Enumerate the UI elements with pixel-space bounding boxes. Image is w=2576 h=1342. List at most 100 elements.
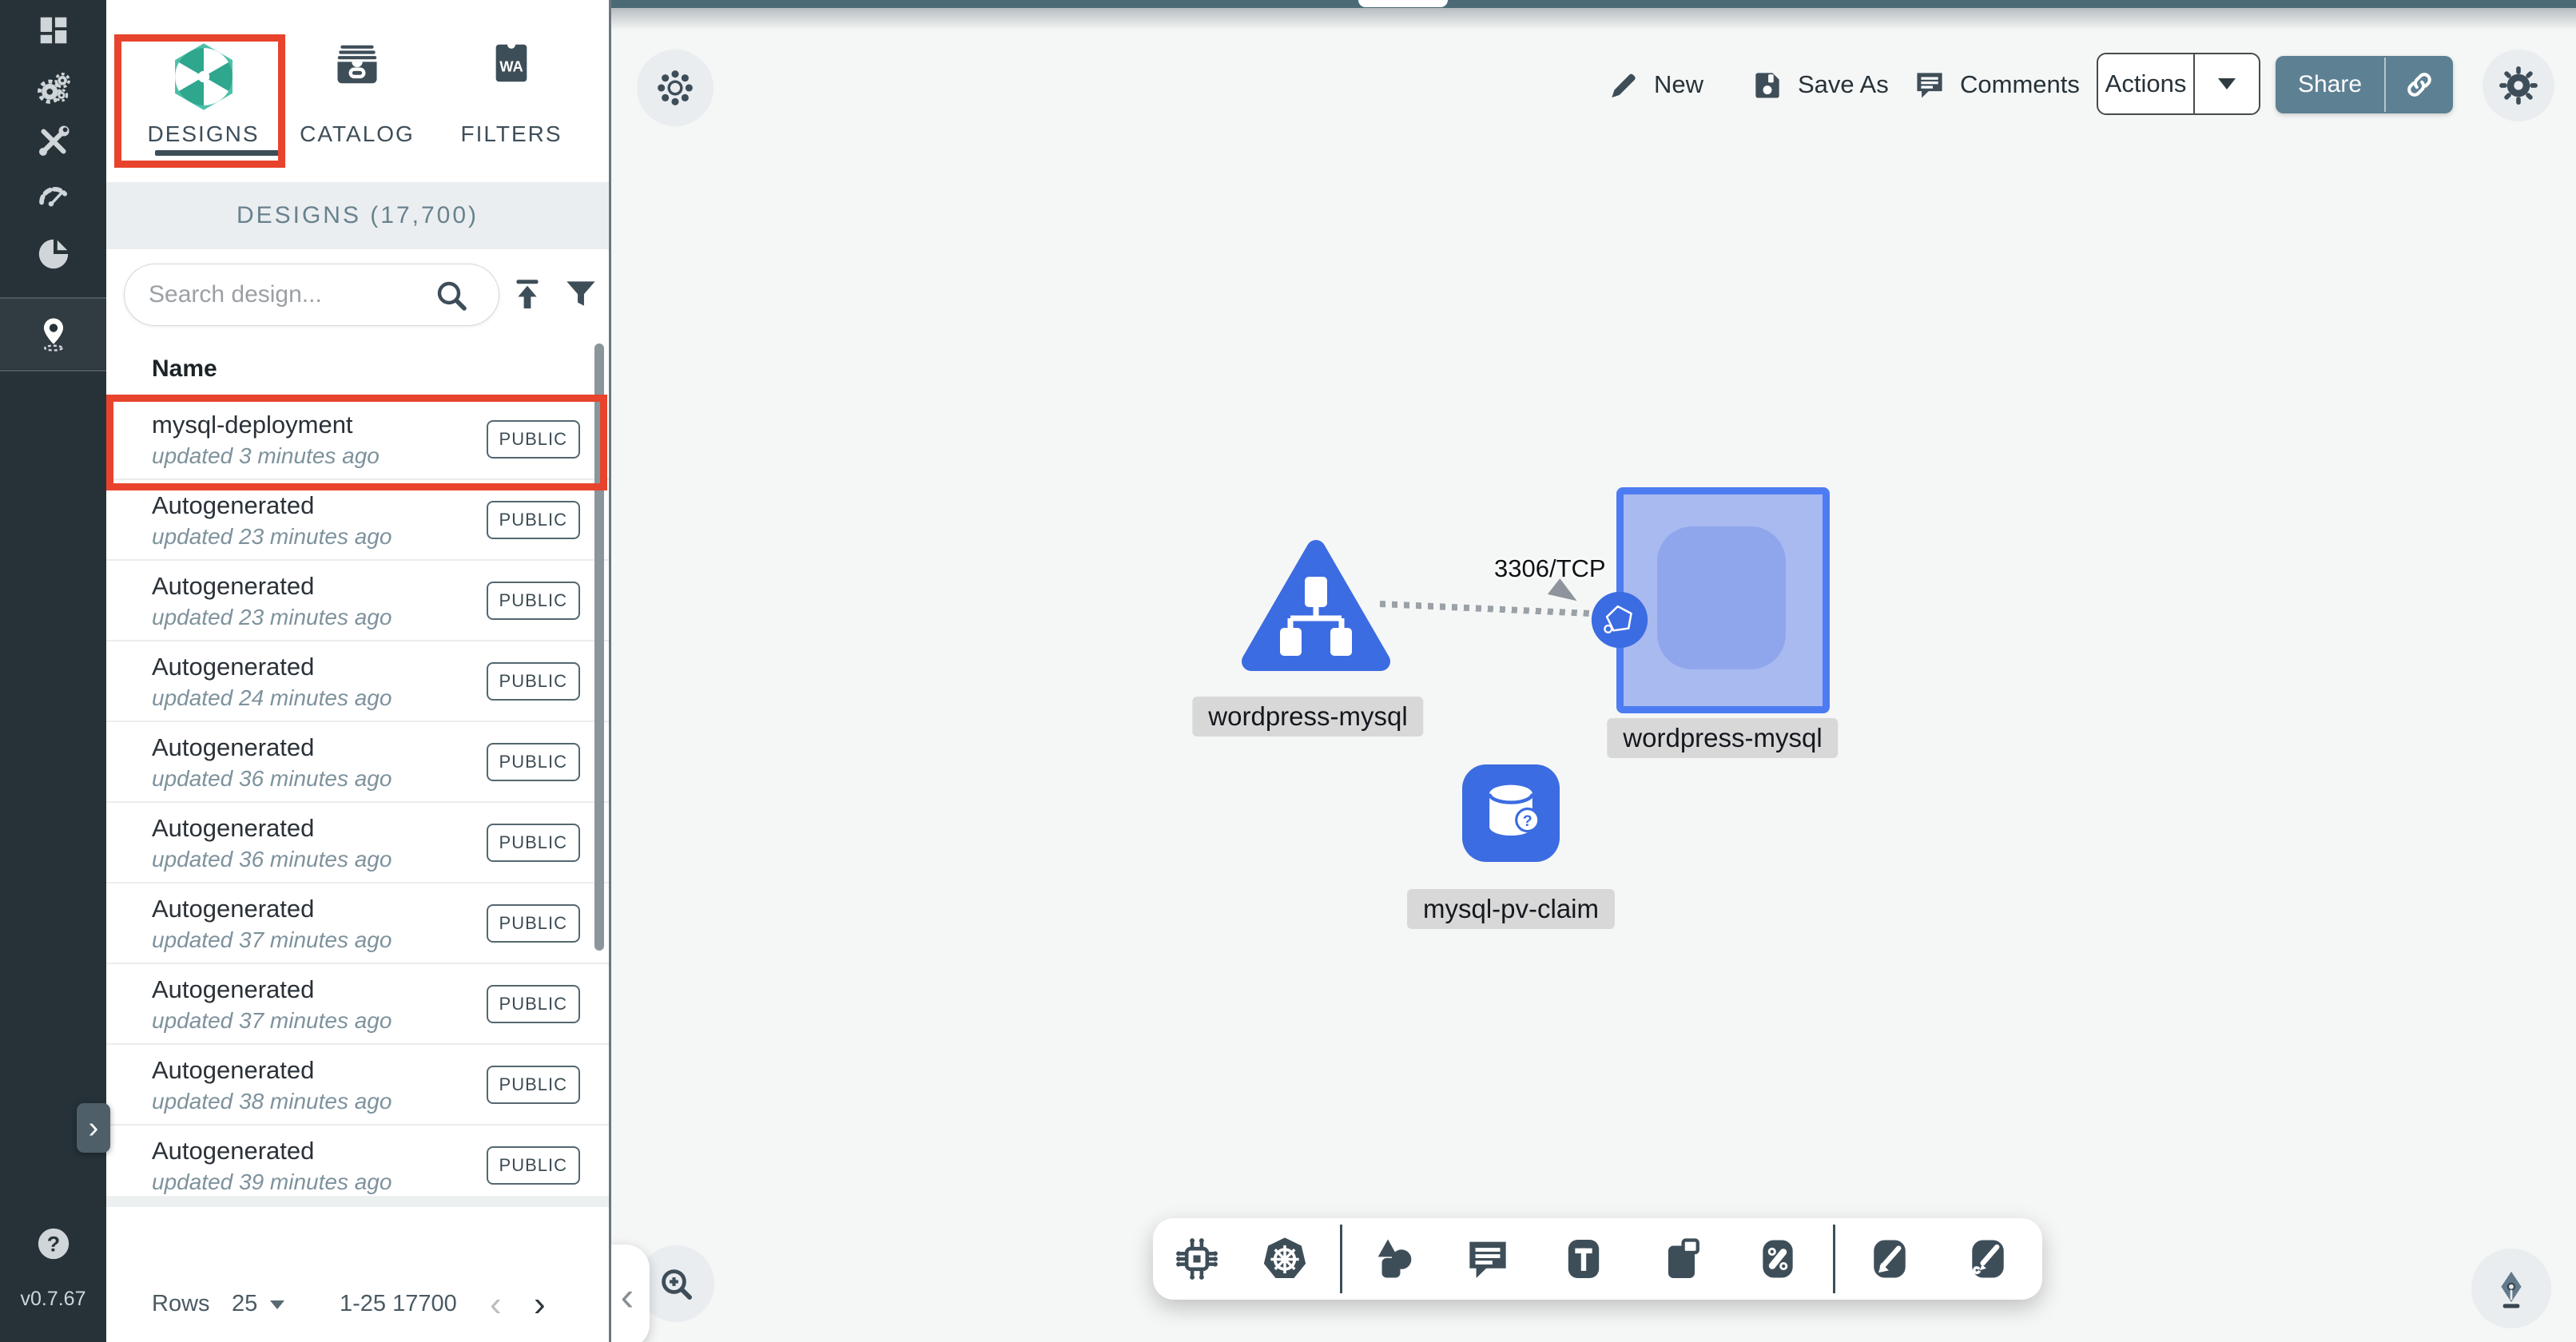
panel-scrollbar[interactable] [594, 343, 604, 951]
sidebar-item-lifecycle[interactable] [0, 69, 106, 106]
pvc-question-glyph: ? [1523, 812, 1532, 830]
design-updated: updated 37 minutes ago [152, 927, 392, 953]
toolbar-divider [1833, 1225, 1835, 1293]
rows-per-page-label: Rows [152, 1291, 210, 1317]
upload-design-icon[interactable] [507, 275, 547, 315]
save-as-label: Save As [1798, 70, 1889, 99]
design-updated: updated 23 minutes ago [152, 524, 392, 550]
component-circuit-tool-icon[interactable] [1171, 1233, 1222, 1284]
tab-catalog[interactable]: CATALOG [285, 24, 429, 174]
visibility-badge: PUBLIC [487, 662, 580, 701]
active-tab-indicator [155, 150, 284, 156]
sidebar-item-configuration[interactable] [0, 123, 106, 160]
design-row[interactable]: Autogenerated updated 23 minutes ago PUB… [106, 561, 609, 641]
design-row[interactable]: Autogenerated updated 24 minutes ago PUB… [106, 641, 609, 722]
dashboard-grid-icon [35, 12, 72, 49]
settings-button[interactable] [2483, 50, 2554, 121]
column-header-name: Name [152, 355, 217, 383]
edge-label-pointer-icon [1548, 578, 1581, 611]
node-pv-claim[interactable]: ? [1462, 764, 1560, 862]
design-row[interactable]: Autogenerated updated 37 minutes ago PUB… [106, 964, 609, 1045]
visibility-badge: PUBLIC [487, 985, 580, 1023]
edge-port-label: 3306/TCP [1494, 554, 1606, 583]
design-name: Autogenerated [152, 653, 314, 681]
design-row[interactable]: Autogenerated updated 38 minutes ago PUB… [106, 1045, 609, 1126]
pen-nib-icon [2490, 1267, 2533, 1310]
visibility-badge: PUBLIC [487, 743, 580, 781]
design-row[interactable]: Autogenerated updated 36 minutes ago PUB… [106, 803, 609, 883]
filter-funnel-icon[interactable] [561, 275, 601, 315]
comments-button[interactable]: Comments [1912, 54, 2080, 115]
visibility-badge: PUBLIC [487, 420, 580, 459]
deployment-triangle-icon [1240, 537, 1392, 674]
share-label: Share [2276, 71, 2384, 98]
search-icon[interactable] [432, 276, 471, 315]
designs-count-header: DESIGNS (17,700) [106, 182, 609, 249]
visibility-badge: PUBLIC [487, 824, 580, 862]
gear-icon [2498, 65, 2539, 106]
pagination-bar: Rows 25 1-25 17700 ‹ › [106, 1278, 609, 1334]
sidebar-item-location[interactable] [0, 316, 106, 352]
annotation-comment-tool-icon[interactable] [1462, 1233, 1513, 1284]
design-name: Autogenerated [152, 975, 314, 1004]
pagination-range: 1-25 17700 [340, 1291, 457, 1317]
node-label-deployment: wordpress-mysql [1192, 697, 1423, 737]
design-updated: updated 36 minutes ago [152, 766, 392, 792]
design-canvas[interactable]: New Save As Comments Actions [611, 0, 2576, 1342]
node-deployment[interactable] [1240, 537, 1392, 674]
list-footer-strip [106, 1196, 609, 1207]
meshery-logo-icon [167, 40, 241, 113]
sidebar-item-dashboard[interactable] [0, 12, 106, 49]
save-icon [1750, 67, 1785, 102]
sidebar: › ? v0.7.67 [0, 0, 106, 1342]
sticky-note-tool-icon[interactable] [1656, 1233, 1707, 1284]
design-updated: updated 3 minutes ago [152, 443, 380, 469]
freehand-pencil-tool-icon[interactable] [1962, 1233, 2013, 1284]
text-tool-icon[interactable] [1558, 1233, 1609, 1284]
design-name: Autogenerated [152, 572, 314, 601]
help-icon: ? [35, 1225, 72, 1262]
help-question-glyph: ? [46, 1233, 59, 1257]
catalog-archive-icon [332, 40, 382, 89]
top-drawer-handle[interactable] [1358, 0, 1448, 7]
canvas-toolbar [1153, 1218, 2042, 1300]
sidebar-item-performance[interactable] [0, 175, 106, 212]
design-mode-button[interactable] [2471, 1249, 2551, 1328]
pencil-new-icon [1606, 67, 1641, 102]
design-row[interactable]: Autogenerated updated 23 minutes ago PUB… [106, 480, 609, 561]
new-label: New [1654, 70, 1703, 99]
pod-inner-shape [1657, 526, 1786, 669]
chevron-down-icon [2218, 78, 2236, 89]
draw-arrow-tool-icon[interactable] [1864, 1233, 1915, 1284]
sidebar-expand-handle[interactable]: › [77, 1103, 110, 1153]
next-page-button[interactable]: › [534, 1284, 546, 1324]
rows-per-page-select[interactable]: 25 [232, 1291, 257, 1317]
save-as-button[interactable]: Save As [1750, 54, 1889, 115]
design-name: Autogenerated [152, 895, 314, 923]
sidebar-item-extensions[interactable] [0, 236, 106, 272]
cluster-icon [654, 67, 696, 109]
connection-tool-icon[interactable] [1752, 1233, 1803, 1284]
actions-dropdown[interactable] [2195, 78, 2259, 89]
rows-per-page-caret-icon[interactable] [270, 1300, 284, 1309]
tab-filters[interactable]: WA FILTERS [439, 24, 583, 174]
design-row[interactable]: Autogenerated updated 39 minutes ago PUB… [106, 1126, 609, 1206]
share-button[interactable]: Share [2276, 56, 2453, 113]
cluster-menu-button[interactable] [637, 50, 714, 126]
copy-link-button[interactable] [2386, 68, 2453, 101]
help-button[interactable]: ? [0, 1225, 106, 1262]
actions-button[interactable]: Actions [2097, 53, 2260, 115]
tab-designs[interactable]: DESIGNS [121, 24, 285, 174]
node-label-pod: wordpress-mysql [1607, 718, 1838, 758]
shapes-tool-icon[interactable] [1369, 1233, 1420, 1284]
collapse-panel-button[interactable]: ‹ [605, 1245, 650, 1342]
node-service[interactable] [1589, 590, 1650, 650]
design-name: mysql-deployment [152, 411, 353, 439]
design-row[interactable]: Autogenerated updated 37 minutes ago PUB… [106, 883, 609, 964]
design-row[interactable]: mysql-deployment updated 3 minutes ago P… [106, 399, 609, 480]
location-pin-icon [35, 316, 72, 352]
previous-page-button[interactable]: ‹ [490, 1284, 502, 1324]
new-button[interactable]: New [1606, 54, 1703, 115]
kubernetes-tool-icon[interactable] [1259, 1233, 1310, 1284]
design-row[interactable]: Autogenerated updated 36 minutes ago PUB… [106, 722, 609, 803]
